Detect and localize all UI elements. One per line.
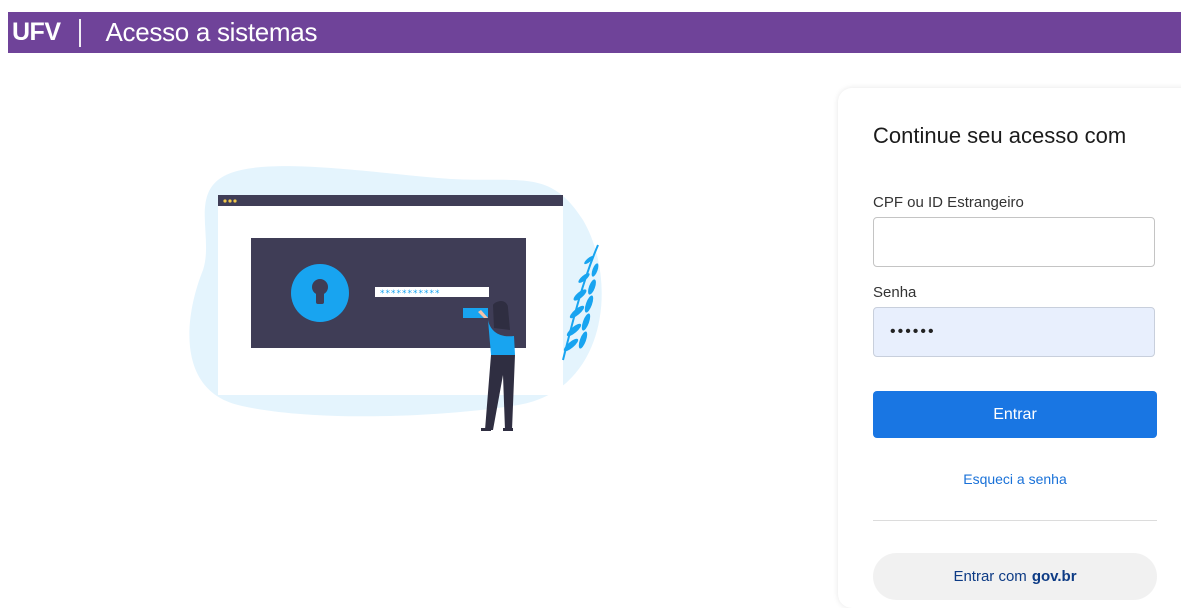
submit-button[interactable]: Entrar bbox=[873, 391, 1157, 438]
ufv-logo[interactable]: UFV bbox=[8, 18, 61, 47]
page-title: Acesso a sistemas bbox=[105, 17, 318, 47]
login-card: Continue seu acesso com CPF ou ID Estran… bbox=[838, 88, 1181, 608]
login-heading: Continue seu acesso com bbox=[873, 123, 1127, 148]
illustration-svg: *********** bbox=[189, 166, 602, 431]
forgot-password-link[interactable]: Esqueci a senha bbox=[873, 471, 1157, 487]
cpf-label: CPF ou ID Estrangeiro bbox=[873, 194, 1024, 211]
browser-titlebar bbox=[218, 195, 563, 206]
cpf-input[interactable] bbox=[873, 217, 1155, 267]
divider bbox=[873, 520, 1157, 521]
govbr-brand: gov.br bbox=[1031, 568, 1077, 585]
password-label: Senha bbox=[873, 284, 917, 301]
password-input[interactable]: •••••• bbox=[873, 307, 1155, 357]
govbr-login-button[interactable]: Entrar com gov.br bbox=[873, 553, 1157, 600]
header-separator bbox=[78, 18, 81, 47]
govbr-prefix: Entrar com bbox=[953, 568, 1027, 585]
login-illustration: *********** bbox=[188, 160, 618, 440]
illustration-password-mask: *********** bbox=[380, 289, 441, 299]
top-header-bar: UFV Acesso a sistemas bbox=[8, 12, 1181, 53]
